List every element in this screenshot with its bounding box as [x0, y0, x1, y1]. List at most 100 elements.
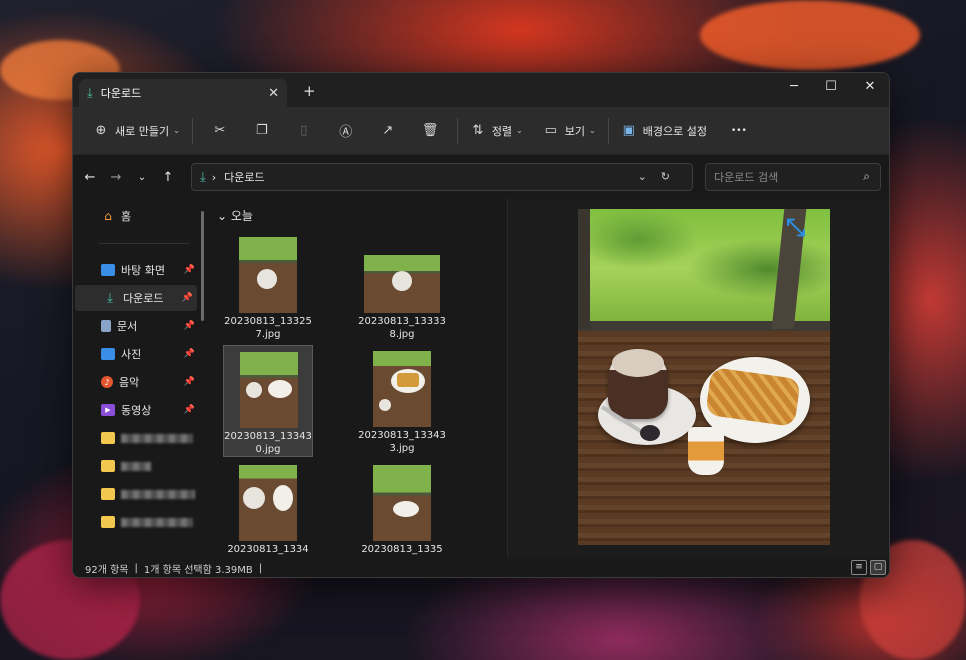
sort-button[interactable]: ⇅ 정렬 ⌄	[464, 116, 529, 146]
sidebar-item-videos[interactable]: ▶ 동영상 📌	[73, 397, 199, 423]
close-tab-icon[interactable]: ✕	[268, 86, 279, 101]
file-item[interactable]: 20230813_133338.jpg	[357, 231, 447, 343]
file-name: 20230813_1335	[361, 544, 443, 555]
divider	[191, 117, 193, 144]
forward-arrow-icon[interactable]: →	[103, 170, 129, 185]
sidebar-item-label: 문서	[117, 320, 138, 333]
recent-chevron-icon[interactable]: ⌄	[129, 172, 155, 183]
redacted-label	[121, 489, 195, 499]
document-icon	[101, 320, 111, 332]
plate-shape	[268, 380, 292, 398]
refresh-icon[interactable]: ↻	[661, 170, 684, 183]
home-icon: ⌂	[104, 209, 112, 223]
redacted-label	[121, 517, 193, 527]
status-separator: |	[134, 562, 138, 574]
navigation-bar: ← → ⌄ ↑ ⤓ › 다운로드 ⌄↻ 다운로드 검색 ⌕	[73, 155, 889, 199]
share-button[interactable]: ↗	[367, 116, 409, 146]
download-icon: ⤓	[107, 290, 113, 306]
details-view-icon[interactable]: ≡	[851, 560, 867, 575]
minimize-button[interactable]: ─	[779, 79, 809, 94]
tab-downloads[interactable]: ⤓ 다운로드 ✕	[79, 79, 287, 107]
pin-icon: 📌	[183, 377, 195, 387]
new-button[interactable]: ⊕ 새로 만들기 ⌄	[87, 116, 186, 146]
trash-icon: 🗑	[421, 123, 439, 138]
file-name: 20230813_1334	[227, 544, 309, 555]
file-item[interactable]: 20230813_133257.jpg	[223, 231, 313, 343]
sidebar-item-pictures[interactable]: 사진 📌	[73, 341, 199, 367]
scissors-icon: ✂	[214, 123, 226, 138]
sidebar-item-downloads[interactable]: ⤓ 다운로드 📌	[75, 285, 197, 311]
up-arrow-icon[interactable]: ↑	[155, 170, 181, 185]
folder-icon	[101, 516, 115, 528]
file-name: 20230813_133430.jpg	[224, 431, 312, 455]
new-tab-button[interactable]: +	[303, 82, 316, 100]
file-name: 20230813_133257.jpg	[224, 316, 312, 340]
set-wallpaper-button[interactable]: ▣ 배경으로 설정	[615, 116, 713, 146]
tab-label: 다운로드	[100, 87, 142, 100]
close-window-button[interactable]: ✕	[855, 79, 885, 94]
address-bar[interactable]: ⤓ › 다운로드 ⌄↻	[191, 163, 693, 191]
more-options-button[interactable]: •••	[725, 116, 753, 146]
pin-icon: 📌	[183, 405, 195, 415]
command-bar: ⊕ 새로 만들기 ⌄ ✂ ❐ ▯ Ⓐ ↗ 🗑 ⇅ 정렬 ⌄ ▭ 보기 ⌄ ▣ 배…	[73, 107, 889, 155]
thumbnail	[373, 351, 431, 427]
sidebar-item-music[interactable]: ♪ 음악 📌	[73, 369, 199, 395]
view-icon: ▭	[544, 123, 557, 138]
cut-button[interactable]: ✂	[199, 116, 241, 146]
sidebar-item-folder[interactable]	[73, 481, 199, 507]
preview-pane: ⤡	[507, 199, 889, 557]
file-item[interactable]: 20230813_133433.jpg	[357, 345, 447, 457]
address-separator: ›	[211, 170, 217, 184]
file-item[interactable]: 20230813_1334	[223, 459, 313, 557]
search-icon: ⌕	[863, 169, 870, 183]
search-input[interactable]: 다운로드 검색 ⌕	[705, 163, 881, 191]
chevron-down-icon: ⌄	[217, 209, 231, 223]
file-explorer-window: ⤓ 다운로드 ✕ + ─ ☐ ✕ ⊕ 새로 만들기 ⌄ ✂ ❐ ▯ Ⓐ ↗ 🗑 …	[72, 72, 890, 578]
pin-icon: 📌	[183, 321, 195, 331]
cup-shape	[379, 399, 391, 411]
thumbnail	[239, 237, 297, 313]
sidebar-item-desktop[interactable]: 바탕 화면 📌	[73, 257, 199, 283]
window-frame-left	[578, 209, 590, 329]
plate-shape	[393, 501, 419, 517]
status-bar: 92개 항목 | 1개 항목 선택함 3.39MB | ≡ ▢	[73, 557, 889, 577]
share-icon: ↗	[382, 123, 394, 138]
sidebar-item-folder[interactable]	[73, 509, 199, 535]
music-icon: ♪	[101, 376, 113, 388]
sidebar-item-folder[interactable]	[73, 453, 199, 479]
pin-icon: 📌	[181, 293, 193, 303]
sidebar-item-documents[interactable]: 문서 📌	[73, 313, 199, 339]
selection-info: 1개 항목 선택함 3.39MB	[143, 564, 253, 576]
thumbnail	[240, 352, 298, 428]
cup-shape	[257, 269, 277, 289]
back-arrow-icon[interactable]: ←	[77, 170, 103, 185]
thumbnail	[373, 465, 431, 541]
file-item[interactable]: 20230813_1335	[357, 459, 447, 557]
thumbnail	[364, 255, 440, 313]
maximize-button[interactable]: ☐	[816, 79, 846, 94]
copy-button[interactable]: ❐	[241, 116, 283, 146]
folder-icon	[101, 460, 115, 472]
paste-button[interactable]: ▯	[283, 116, 325, 146]
cup-shape	[246, 382, 262, 398]
download-icon: ⤓	[200, 169, 206, 185]
sidebar-item-label: 동영상	[121, 404, 152, 417]
rename-icon: Ⓐ	[339, 125, 353, 140]
group-header[interactable]: ⌄ 오늘	[217, 207, 253, 224]
cup-shape	[243, 487, 265, 509]
search-placeholder: 다운로드 검색	[714, 171, 779, 184]
breadcrumb-downloads[interactable]: 다운로드	[224, 169, 264, 185]
wallpaper-swirl	[700, 0, 920, 70]
sidebar-item-folder[interactable]	[73, 425, 199, 451]
delete-button[interactable]: 🗑	[409, 116, 451, 146]
file-item-selected[interactable]: 20230813_133430.jpg	[223, 345, 313, 457]
status-separator: |	[258, 562, 263, 574]
navigation-pane: ⌂ 홈 바탕 화면 📌 ⤓ 다운로드 📌 문서 📌 사진 📌 ♪ 음악 📌 ▶ …	[73, 199, 203, 557]
chevron-down-icon[interactable]: ⌄	[638, 170, 661, 183]
view-button[interactable]: ▭ 보기 ⌄	[537, 116, 602, 146]
sidebar-scrollbar[interactable]	[201, 211, 204, 321]
desktop-icon	[101, 264, 115, 276]
sidebar-item-home[interactable]: ⌂ 홈	[73, 203, 199, 229]
thumbnail-view-icon[interactable]: ▢	[870, 560, 886, 575]
rename-button[interactable]: Ⓐ	[325, 116, 367, 146]
